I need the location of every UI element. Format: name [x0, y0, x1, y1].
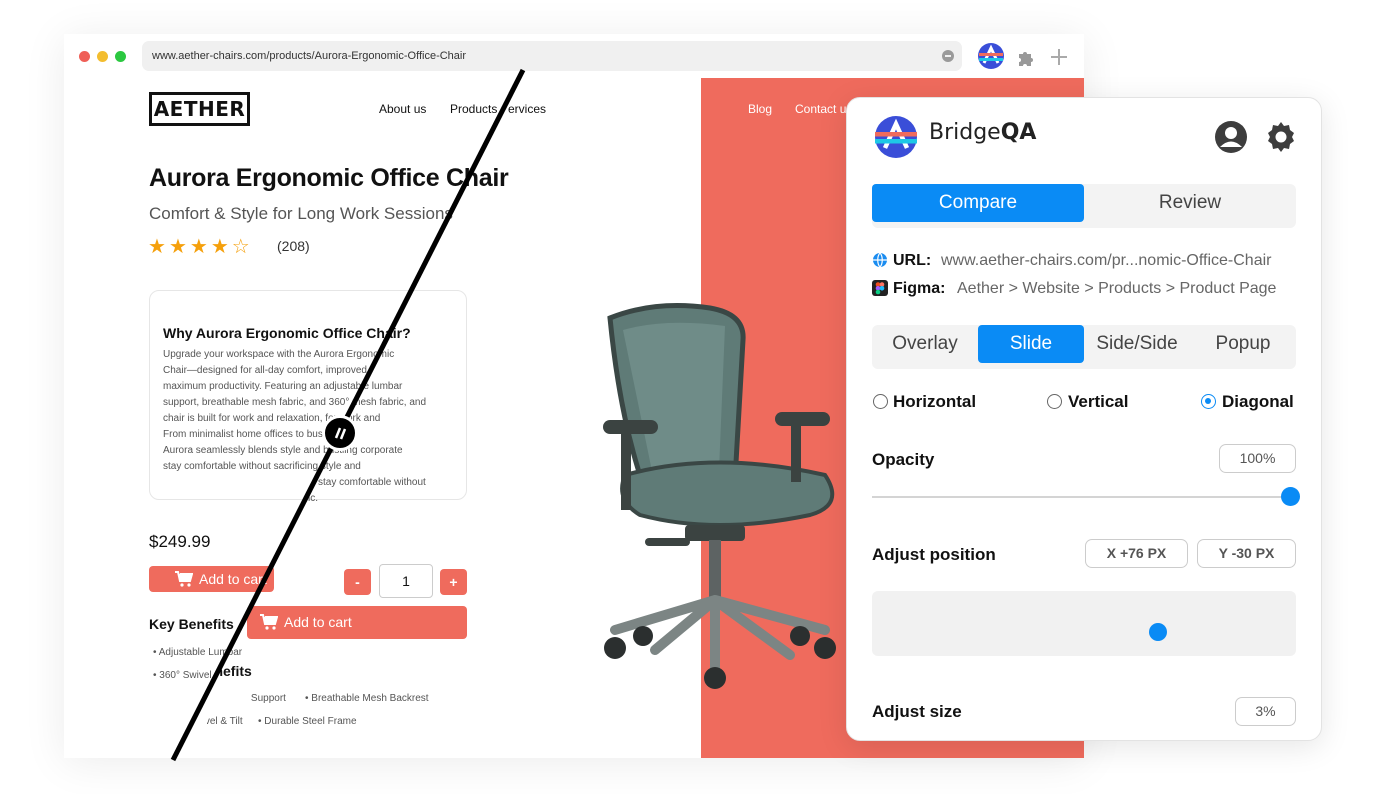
add-to-cart-button[interactable]: Add to cart: [149, 566, 274, 592]
radio-vertical-label[interactable]: Vertical: [1068, 392, 1129, 412]
star-empty-icon: ☆: [231, 236, 253, 258]
review-count[interactable]: (208): [277, 238, 310, 254]
main-tabs: Compare Review: [872, 184, 1296, 228]
radio-horizontal[interactable]: [873, 394, 888, 409]
minimize-window-button[interactable]: [97, 51, 108, 62]
star-full-icon: ★: [189, 236, 211, 258]
card-line: ic.: [308, 493, 318, 504]
radio-diagonal[interactable]: [1201, 394, 1216, 409]
nav-about[interactable]: About us: [379, 102, 426, 116]
browser-toolbar: www.aether-chairs.com/products/Aurora-Er…: [64, 34, 1084, 78]
card-line: support, breathable mesh fabric, and 360…: [163, 397, 427, 408]
close-window-button[interactable]: [79, 51, 90, 62]
cart-icon: [175, 571, 193, 587]
qty-minus-button[interactable]: -: [344, 569, 371, 595]
nav-products[interactable]: Products: [450, 102, 497, 116]
quantity-input[interactable]: 1: [379, 564, 433, 598]
site-logo[interactable]: AETHER: [149, 92, 250, 126]
card-line: chair is built for work and relaxation, …: [163, 413, 381, 424]
position-y-value[interactable]: Y -30 PX: [1197, 539, 1296, 568]
size-label: Adjust size: [872, 702, 962, 721]
product-subtitle: Comfort & Style for Long Work Sessions: [149, 204, 453, 223]
slide-handle[interactable]: [322, 415, 358, 451]
clear-url-icon[interactable]: [942, 50, 954, 62]
url-value[interactable]: www.aether-chairs.com/pr...nomic-Office-…: [941, 252, 1271, 270]
card-line: Upgrade your workspace with the Aurora E…: [163, 349, 395, 360]
user-profile-icon[interactable]: [1214, 120, 1248, 154]
bridgeqa-panel: BridgeQA Compare Review URL: www.aether-…: [846, 97, 1322, 741]
position-label: Adjust position: [872, 545, 996, 564]
position-x-value[interactable]: X +76 PX: [1085, 539, 1188, 568]
figma-label: Figma:: [893, 280, 946, 297]
benefit-item: 360° Swivel: [153, 670, 263, 681]
card-line: maximum productivity. Featuring an adjus…: [163, 381, 403, 392]
globe-icon: [873, 252, 887, 268]
brand-bold: QA: [1000, 120, 1037, 145]
qty-plus-button[interactable]: +: [440, 569, 467, 595]
key-benefits-heading: Key Benefits: [149, 616, 234, 632]
new-tab-plus-icon[interactable]: [1049, 47, 1069, 67]
card-title: Why Aurora Ergonomic Office Chair?: [163, 325, 411, 341]
benefit-item: Adjustable Lumbar Support: [249, 693, 286, 704]
benefit-item: Durable Steel Frame: [258, 716, 356, 727]
card-line: Chair—designed for all-day comfort, impr…: [163, 365, 367, 376]
star-full-icon: ★: [210, 236, 232, 258]
size-value[interactable]: 3%: [1235, 697, 1296, 726]
benefit-item: Breathable Mesh Backrest: [305, 693, 428, 704]
radio-vertical[interactable]: [1047, 394, 1062, 409]
nav-contact[interactable]: Contact us: [795, 102, 852, 116]
position-pad-handle[interactable]: [1149, 623, 1167, 641]
bridgeqa-extension-icon[interactable]: [977, 42, 1005, 70]
nav-services[interactable]: Services: [508, 102, 546, 116]
opacity-value[interactable]: 100%: [1219, 444, 1296, 473]
tab-compare[interactable]: Compare: [872, 184, 1084, 222]
product-price: $249.99: [149, 532, 211, 551]
extensions-puzzle-icon[interactable]: [1016, 47, 1036, 67]
benefit-item: 360° Swivel & Tilt: [207, 716, 243, 727]
product-title: Aurora Ergonomic Office Chair: [149, 164, 509, 192]
card-line: stay comfortable without: [318, 477, 426, 488]
card-body: Upgrade your workspace with the Aurora E…: [163, 347, 453, 507]
star-full-icon: ★: [168, 236, 190, 258]
slide-handle-icon: [334, 427, 347, 440]
figma-value[interactable]: Aether > Website > Products > Product Pa…: [957, 280, 1276, 298]
radio-diagonal-label[interactable]: Diagonal: [1222, 392, 1294, 412]
card-line: Aurora seamlessly blends style and bustl…: [163, 445, 403, 456]
address-bar[interactable]: www.aether-chairs.com/products/Aurora-Er…: [142, 41, 962, 71]
tab-review[interactable]: Review: [1084, 184, 1296, 228]
star-full-icon: ★: [148, 236, 169, 258]
opacity-label: Opacity: [872, 450, 935, 469]
opacity-slider-track[interactable]: [872, 496, 1290, 498]
brand-regular: Bridge: [929, 120, 1001, 145]
brand-name: BridgeQA: [929, 120, 1036, 145]
mode-tabs: Overlay Slide Side/Side Popup: [872, 325, 1296, 369]
mode-overlay[interactable]: Overlay: [872, 325, 978, 369]
product-info-card: Why Aurora Ergonomic Office Chair? Upgra…: [149, 290, 467, 504]
nav-blog[interactable]: Blog: [748, 102, 772, 116]
opacity-slider-thumb[interactable]: [1281, 487, 1300, 506]
position-pad[interactable]: [872, 591, 1296, 656]
add-to-cart-button-overlay[interactable]: Add to cart: [247, 606, 467, 639]
url-text: www.aether-chairs.com/products/Aurora-Er…: [152, 50, 467, 62]
figma-icon: [872, 280, 888, 296]
add-to-cart-label: Add to cart: [284, 614, 352, 630]
bridgeqa-logo-icon: [875, 116, 917, 158]
url-label: URL:: [893, 252, 932, 269]
add-to-cart-label: Add to cart: [199, 571, 267, 587]
mode-popup[interactable]: Popup: [1190, 325, 1296, 369]
card-line: From minimalist home offices to bustling: [163, 429, 342, 440]
office-chair-image: [603, 303, 836, 689]
settings-gear-icon[interactable]: [1264, 120, 1298, 154]
mode-slide[interactable]: Slide: [978, 325, 1084, 363]
cart-icon: [260, 614, 278, 630]
benefit-item: Adjustable Lumbar: [153, 647, 271, 658]
maximize-window-button[interactable]: [115, 51, 126, 62]
mode-side-by-side[interactable]: Side/Side: [1084, 325, 1190, 369]
radio-horizontal-label[interactable]: Horizontal: [893, 392, 976, 412]
card-line: stay comfortable without sacrificing sty…: [163, 461, 361, 472]
rating-stars: ★★★★☆: [148, 234, 253, 259]
